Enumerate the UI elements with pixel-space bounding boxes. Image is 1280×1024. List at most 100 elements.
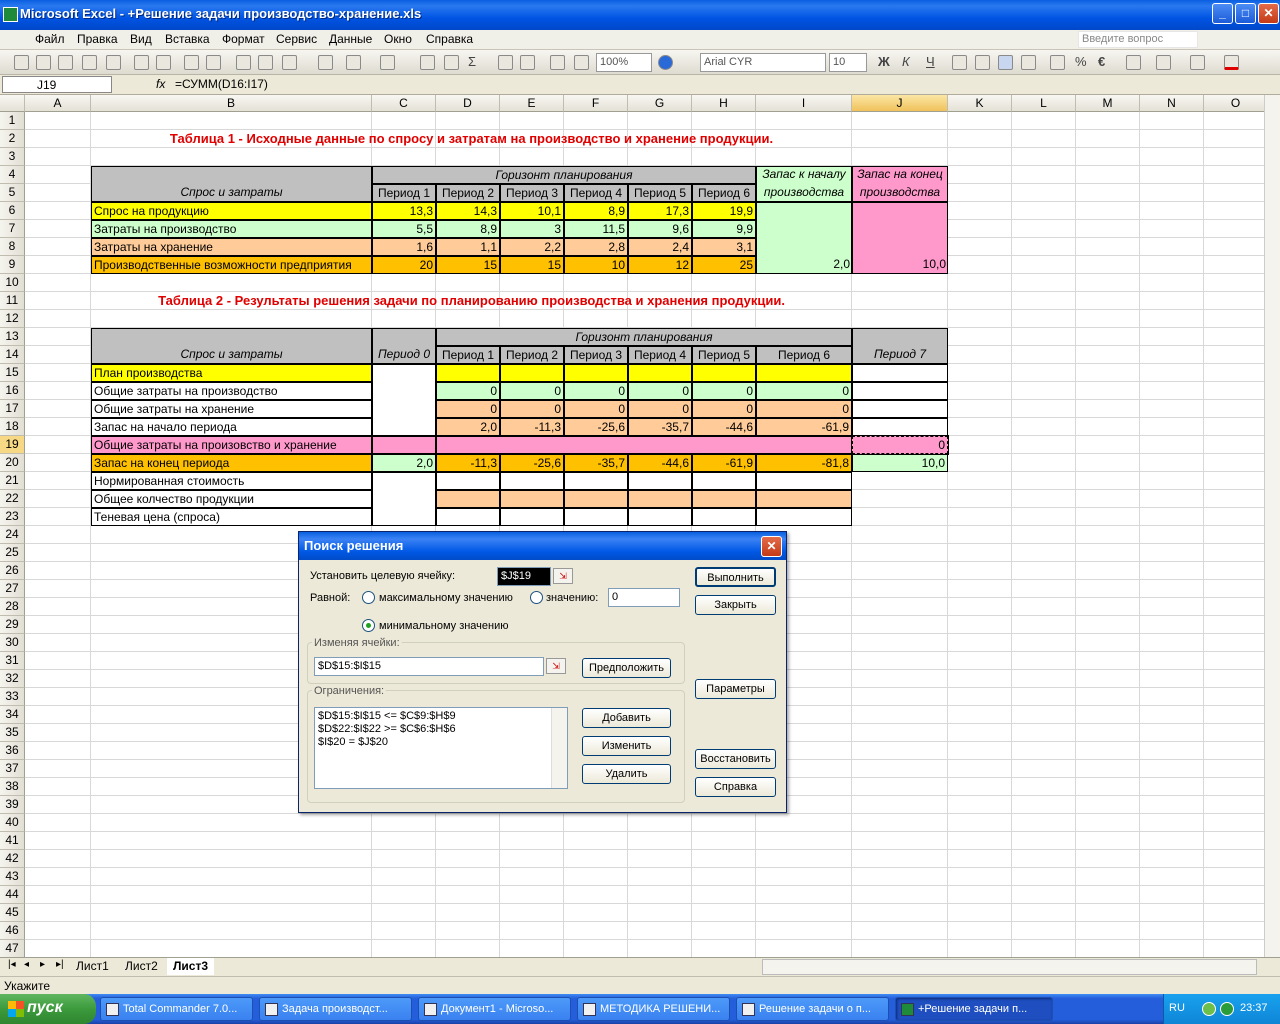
delete-button[interactable]: Удалить: [582, 764, 671, 784]
task-excel[interactable]: +Решение задачи п...: [895, 997, 1053, 1021]
task-word-2[interactable]: Документ1 - Microso...: [418, 997, 571, 1021]
close-button[interactable]: ✕: [1258, 3, 1279, 24]
column-header-B[interactable]: B: [91, 95, 372, 112]
menu-format[interactable]: Формат: [218, 32, 269, 46]
total-qty-cell[interactable]: [628, 490, 692, 508]
table2-title[interactable]: Таблица 2 - Результаты решения задачи по…: [91, 292, 852, 310]
store-cost-cell[interactable]: 0: [564, 400, 628, 418]
table2-period0-lower-block[interactable]: [372, 472, 436, 526]
row-header-22[interactable]: 22: [0, 490, 25, 508]
column-header-E[interactable]: E: [500, 95, 564, 112]
store-cost-cell[interactable]: 0: [628, 400, 692, 418]
row-header-14[interactable]: 14: [0, 346, 25, 364]
prod-cost-cell[interactable]: 0: [500, 382, 564, 400]
table1-period-header[interactable]: Период 1: [372, 184, 436, 202]
table1-value-cell[interactable]: 11,5: [564, 220, 628, 238]
row-header-37[interactable]: 37: [0, 760, 25, 778]
table2-period-header[interactable]: Период 3: [564, 346, 628, 364]
row-header-38[interactable]: 38: [0, 778, 25, 796]
column-header-I[interactable]: I: [756, 95, 852, 112]
font-select[interactable]: Arial CYR: [700, 53, 826, 72]
table1-value-cell[interactable]: 5,5: [372, 220, 436, 238]
column-header-N[interactable]: N: [1140, 95, 1204, 112]
table1-value-cell[interactable]: 9,9: [692, 220, 756, 238]
table1-value-cell[interactable]: 10: [564, 256, 628, 274]
table1-value-cell[interactable]: 12: [628, 256, 692, 274]
fill-color-icon[interactable]: [1190, 55, 1205, 70]
menu-edit[interactable]: Правка: [73, 32, 122, 46]
options-button[interactable]: Параметры: [695, 679, 776, 699]
align-right-icon[interactable]: [998, 55, 1013, 70]
table1-value-cell[interactable]: 20: [372, 256, 436, 274]
shadow-price-cell[interactable]: [436, 508, 500, 526]
row-header-18[interactable]: 18: [0, 418, 25, 436]
email-icon[interactable]: [106, 55, 121, 70]
row-header-32[interactable]: 32: [0, 670, 25, 688]
solve-button[interactable]: Выполнить: [695, 567, 776, 587]
constraints-list[interactable]: $D$15:$I$15 <= $C$9:$H$9 $D$22:$I$22 >= …: [314, 707, 568, 789]
row-header-11[interactable]: 11: [0, 292, 25, 310]
table1-value-cell[interactable]: 25: [692, 256, 756, 274]
shadow-price-cell[interactable]: [628, 508, 692, 526]
table1-row-label[interactable]: Спрос на продукцию: [91, 202, 372, 220]
close-dialog-button[interactable]: Закрыть: [695, 595, 776, 615]
column-header-K[interactable]: K: [948, 95, 1012, 112]
column-header-G[interactable]: G: [628, 95, 692, 112]
sort-asc-icon[interactable]: [498, 55, 513, 70]
norm-cost-cell[interactable]: [628, 472, 692, 490]
format-painter-icon[interactable]: [318, 55, 333, 70]
plan-cell[interactable]: [756, 364, 852, 382]
changing-cells-input[interactable]: $D$15:$I$15: [314, 657, 544, 676]
total-qty-cell[interactable]: [564, 490, 628, 508]
row-header-1[interactable]: 1: [0, 112, 25, 130]
table2-row-label[interactable]: Нормированная стоимость: [91, 472, 372, 490]
total-qty-cell[interactable]: [436, 490, 500, 508]
decrease-indent-icon[interactable]: [1126, 55, 1141, 70]
period7-store[interactable]: [852, 400, 948, 418]
row-header-13[interactable]: 13: [0, 328, 25, 346]
undo-icon[interactable]: [346, 55, 361, 70]
start-stock-cell[interactable]: -25,6: [564, 418, 628, 436]
task-word-4[interactable]: Решение задачи о п...: [736, 997, 889, 1021]
row-header-5[interactable]: 5: [0, 184, 25, 202]
table1-start-stock-h1[interactable]: Запас к началу: [756, 166, 852, 184]
row-header-40[interactable]: 40: [0, 814, 25, 832]
dialog-help-button[interactable]: Справка: [695, 777, 776, 797]
table2-period-header[interactable]: Период 2: [500, 346, 564, 364]
cut-icon[interactable]: [236, 55, 251, 70]
row-header-3[interactable]: 3: [0, 148, 25, 166]
table1-period-header[interactable]: Период 2: [436, 184, 500, 202]
table1-value-cell[interactable]: 3,1: [692, 238, 756, 256]
research-icon[interactable]: [206, 55, 221, 70]
row-header-21[interactable]: 21: [0, 472, 25, 490]
task-total-commander[interactable]: Total Commander 7.0...: [100, 997, 253, 1021]
norm-cost-cell[interactable]: [500, 472, 564, 490]
plan-cell[interactable]: [564, 364, 628, 382]
tab-last-button[interactable]: ▸|: [50, 958, 70, 975]
worksheet[interactable]: ABCDEFGHIJKLMNO 1 2 3 4 5 6 7 8 9 10 11 12 13 14 15 16 1…: [0, 95, 1264, 957]
constraint-item[interactable]: $D$15:$I$15 <= $C$9:$H$9: [318, 710, 564, 723]
plan-cell[interactable]: [436, 364, 500, 382]
autosum-icon[interactable]: Σ: [468, 54, 476, 69]
norm-cost-cell[interactable]: [564, 472, 628, 490]
end-stock-cell[interactable]: -25,6: [500, 454, 564, 472]
table1-value-cell[interactable]: 3: [500, 220, 564, 238]
bold-button[interactable]: Ж: [878, 54, 890, 69]
select-all-corner[interactable]: [0, 95, 25, 112]
table2-row-label[interactable]: План производства: [91, 364, 372, 382]
shadow-price-cell[interactable]: [564, 508, 628, 526]
collapse-dialog-icon[interactable]: ⇲: [553, 568, 573, 584]
menu-view[interactable]: Вид: [126, 32, 156, 46]
column-header-L[interactable]: L: [1012, 95, 1076, 112]
permission-icon[interactable]: [82, 55, 97, 70]
menu-help[interactable]: Справка: [422, 32, 477, 46]
table1-period-header[interactable]: Период 3: [500, 184, 564, 202]
name-box[interactable]: J19: [2, 76, 112, 93]
menu-tools[interactable]: Сервис: [272, 32, 321, 46]
table1-value-cell[interactable]: 15: [500, 256, 564, 274]
align-center-icon[interactable]: [975, 55, 990, 70]
task-word-1[interactable]: Задача производст...: [259, 997, 412, 1021]
task-word-3[interactable]: МЕТОДИКА РЕШЕНИ...: [577, 997, 730, 1021]
norm-cost-cell[interactable]: [436, 472, 500, 490]
store-cost-cell[interactable]: 0: [692, 400, 756, 418]
